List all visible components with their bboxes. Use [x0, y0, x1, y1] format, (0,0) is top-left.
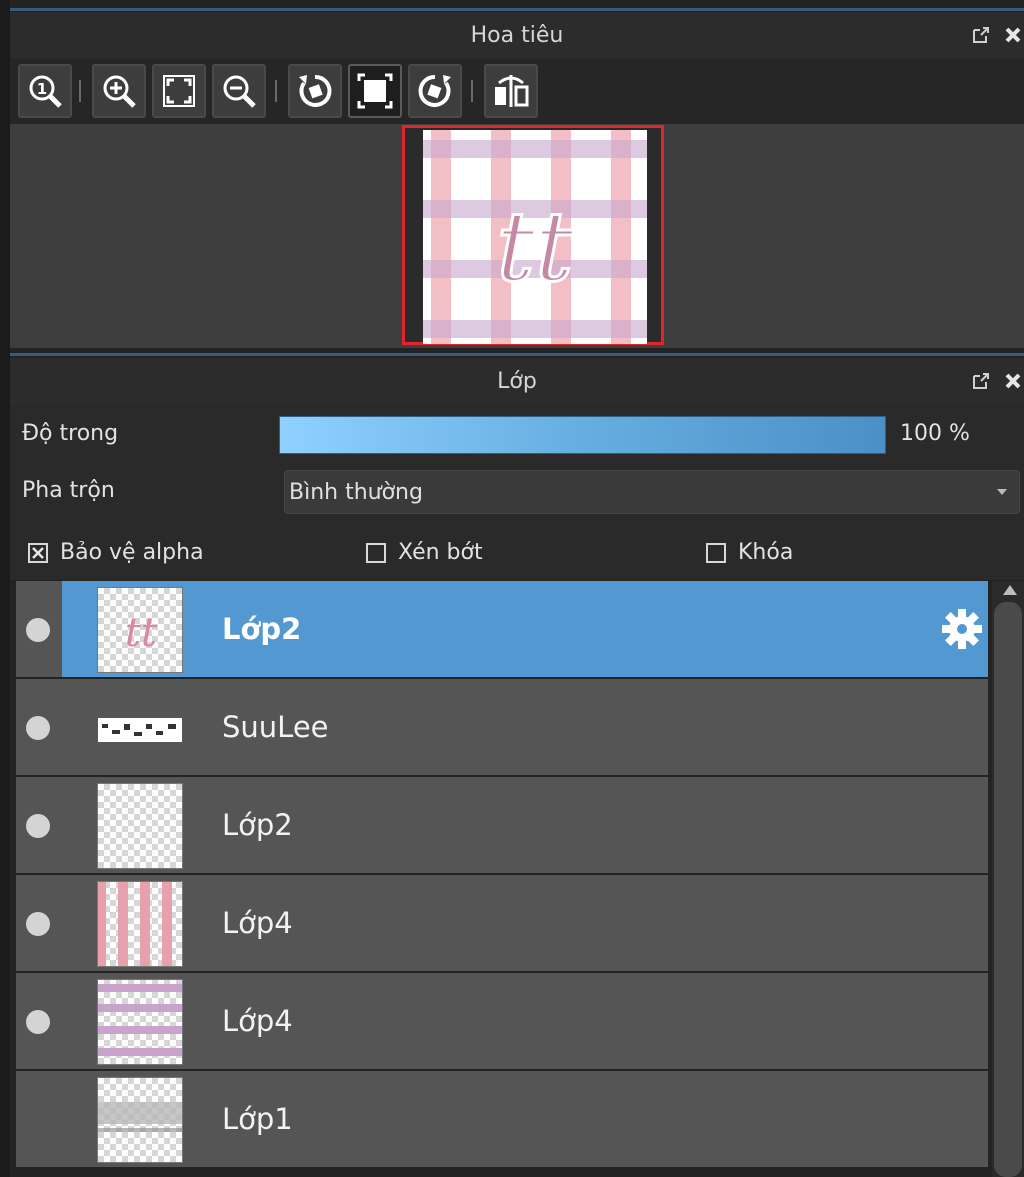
layer-name: Lớp4	[222, 906, 293, 940]
toolbar-separator	[275, 80, 277, 102]
navigator-preview[interactable]: tt	[10, 124, 1024, 348]
flip-horizontal-icon	[495, 75, 529, 107]
svg-text:tt: tt	[496, 191, 574, 303]
toolbar-separator	[79, 80, 81, 102]
layer-name: Lớp1	[222, 1102, 293, 1136]
layer-row[interactable]: Lớp2	[16, 777, 988, 873]
visibility-dot-icon	[26, 716, 50, 740]
opacity-slider[interactable]	[279, 416, 886, 454]
zoom-actual-size-icon: 1	[29, 75, 62, 108]
protect-alpha-label: Bảo vệ alpha	[60, 540, 204, 565]
scroll-up-arrow-icon[interactable]	[1003, 585, 1017, 595]
svg-text:1: 1	[37, 80, 47, 98]
visibility-dot-icon	[26, 912, 50, 936]
blend-mode-label: Pha trộn	[22, 478, 115, 503]
layer-thumbnail: tt	[97, 587, 183, 673]
protect-alpha-checkbox[interactable]: Bảo vệ alpha	[28, 540, 204, 565]
blend-mode-select[interactable]: Bình thường	[284, 470, 1020, 514]
visibility-dot-icon	[26, 814, 50, 838]
lock-checkbox[interactable]: Khóa	[706, 540, 793, 565]
visibility-toggle[interactable]	[16, 581, 62, 677]
layer-thumbnail	[97, 685, 183, 771]
blend-mode-value: Bình thường	[289, 479, 423, 505]
fit-canvas-button[interactable]	[348, 64, 402, 118]
panel-border	[10, 8, 1024, 11]
rotate-right-button[interactable]	[408, 64, 462, 118]
layer-thumbnail	[97, 881, 183, 967]
flip-horizontal-button[interactable]	[484, 64, 538, 118]
visibility-toggle[interactable]	[16, 973, 62, 1069]
layer-name: Lớp2	[222, 808, 293, 842]
opacity-value: 100 %	[900, 421, 970, 446]
clipping-label: Xén bớt	[398, 540, 483, 565]
layers-header: Lớp	[10, 358, 1024, 404]
layer-thumbnail	[97, 979, 183, 1065]
checkbox-unchecked-icon	[706, 542, 726, 563]
clipping-checkbox[interactable]: Xén bớt	[366, 540, 483, 565]
fit-to-window-button[interactable]	[152, 64, 206, 118]
viewport-frame[interactable]: tt	[402, 125, 664, 345]
navigator-title: Hoa tiêu	[470, 22, 564, 48]
zoom-actual-size-button[interactable]: 1	[18, 64, 72, 118]
gear-icon[interactable]	[940, 607, 984, 651]
navigator-toolbar: 1	[10, 58, 1024, 124]
layer-row[interactable]: Lớp4	[16, 973, 988, 1069]
navigator-header: Hoa tiêu	[10, 12, 1024, 58]
scrollbar-thumb[interactable]	[994, 602, 1022, 1177]
toolbar-separator	[471, 80, 473, 102]
panel-divider[interactable]	[10, 353, 1024, 356]
layer-name: Lớp2	[222, 612, 302, 646]
visibility-dot-icon	[26, 618, 50, 642]
zoom-out-icon	[223, 75, 256, 108]
canvas-thumbnail: tt	[423, 130, 647, 344]
zoom-out-button[interactable]	[212, 64, 266, 118]
zoom-in-button[interactable]	[92, 64, 146, 118]
visibility-toggle[interactable]	[16, 1071, 62, 1167]
layer-name: SuuLee	[222, 710, 329, 744]
checkbox-unchecked-icon	[366, 542, 386, 563]
layer-row[interactable]: tt Lớp2	[16, 581, 988, 677]
layer-name: Lớp4	[222, 1004, 293, 1038]
close-panel-icon[interactable]	[1002, 370, 1024, 392]
chevron-down-icon	[997, 489, 1007, 495]
fit-canvas-icon	[357, 73, 393, 109]
close-panel-icon[interactable]	[1002, 24, 1024, 46]
detach-panel-icon[interactable]	[970, 370, 992, 392]
fit-to-window-icon	[163, 75, 195, 107]
layer-row[interactable]: SuuLee	[16, 679, 988, 775]
layer-thumbnail	[97, 783, 183, 869]
rotate-right-icon	[418, 74, 451, 107]
layers-title: Lớp	[497, 368, 537, 394]
lock-label: Khóa	[738, 540, 794, 565]
visibility-toggle[interactable]	[16, 777, 62, 873]
layer-list: tt Lớp2 SuuLee Lớp2 Lớp4 Lớp4 Lớp1	[16, 581, 988, 1177]
opacity-label: Độ trong	[22, 421, 119, 446]
layer-thumbnail	[97, 1077, 183, 1163]
visibility-toggle[interactable]	[16, 679, 62, 775]
visibility-dot-icon	[26, 1010, 50, 1034]
visibility-toggle[interactable]	[16, 875, 62, 971]
svg-text:tt: tt	[125, 610, 158, 656]
detach-panel-icon[interactable]	[970, 24, 992, 46]
rotate-left-icon	[299, 74, 332, 107]
checkbox-checked-icon	[28, 542, 48, 563]
zoom-in-icon	[103, 75, 136, 108]
layer-row[interactable]: Lớp4	[16, 875, 988, 971]
layer-row[interactable]: Lớp1	[16, 1071, 988, 1167]
rotate-left-button[interactable]	[288, 64, 342, 118]
